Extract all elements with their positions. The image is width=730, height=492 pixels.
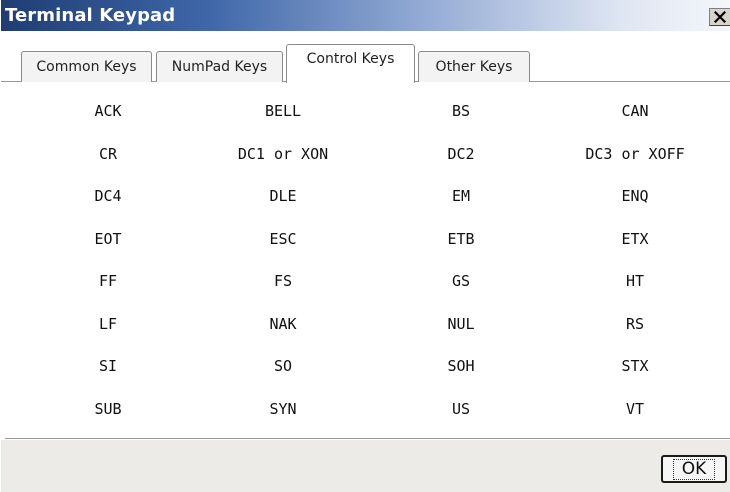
window-title: Terminal Keypad (5, 5, 176, 26)
key-button[interactable]: EOT (94, 230, 121, 248)
dialog-footer (1, 440, 730, 492)
tab-other-keys[interactable]: Other Keys (418, 51, 530, 82)
key-button[interactable]: LF (99, 315, 117, 333)
key-button[interactable]: CAN (621, 102, 648, 120)
tab-label: Control Keys (306, 51, 395, 67)
key-button[interactable]: FF (99, 272, 117, 290)
key-button[interactable]: BELL (265, 102, 301, 120)
tab-label: Other Keys (435, 59, 513, 75)
terminal-keypad-window: Terminal Keypad Common Keys NumPad Keys … (0, 0, 730, 492)
key-button[interactable]: RS (626, 315, 644, 333)
key-button[interactable]: NAK (269, 315, 296, 333)
key-button[interactable]: DC3 or XOFF (585, 145, 684, 163)
key-button[interactable]: BS (452, 102, 470, 120)
key-button[interactable]: SI (99, 357, 117, 375)
key-button[interactable]: ACK (94, 102, 121, 120)
key-button[interactable]: DLE (269, 187, 296, 205)
ok-button[interactable]: OK (661, 455, 727, 483)
key-button[interactable]: CR (99, 145, 117, 163)
close-button[interactable] (709, 8, 730, 26)
key-button[interactable]: VT (626, 400, 644, 418)
key-button[interactable]: ESC (269, 230, 296, 248)
key-button[interactable]: DC1 or XON (238, 145, 328, 163)
tab-label: Common Keys (36, 59, 137, 75)
key-button[interactable]: HT (626, 272, 644, 290)
key-button[interactable]: SYN (269, 400, 296, 418)
control-keys-grid: ACK BELL BS CAN CR DC1 or XON DC2 DC3 or XOFF DC… (1, 84, 730, 430)
key-button[interactable]: SUB (94, 400, 121, 418)
key-button[interactable]: DC2 (447, 145, 474, 163)
key-button[interactable]: ETX (621, 230, 648, 248)
key-button[interactable]: GS (452, 272, 470, 290)
key-button[interactable]: NUL (447, 315, 474, 333)
tab-numpad-keys[interactable]: NumPad Keys (156, 51, 283, 82)
key-button[interactable]: ETB (447, 230, 474, 248)
tab-control-keys[interactable]: Control Keys (286, 44, 415, 84)
close-icon (714, 11, 726, 23)
key-button[interactable]: US (452, 400, 470, 418)
key-button[interactable]: SOH (447, 357, 474, 375)
key-button[interactable]: FS (274, 272, 292, 290)
key-button[interactable]: EM (452, 187, 470, 205)
title-bar[interactable]: Terminal Keypad (1, 0, 730, 31)
key-button[interactable]: DC4 (94, 187, 121, 205)
key-button[interactable]: SO (274, 357, 292, 375)
tab-label: NumPad Keys (171, 59, 268, 75)
tab-common-keys[interactable]: Common Keys (21, 51, 152, 82)
ok-button-label: OK (672, 458, 716, 480)
key-button[interactable]: ENQ (621, 187, 648, 205)
key-button[interactable]: STX (621, 357, 648, 375)
